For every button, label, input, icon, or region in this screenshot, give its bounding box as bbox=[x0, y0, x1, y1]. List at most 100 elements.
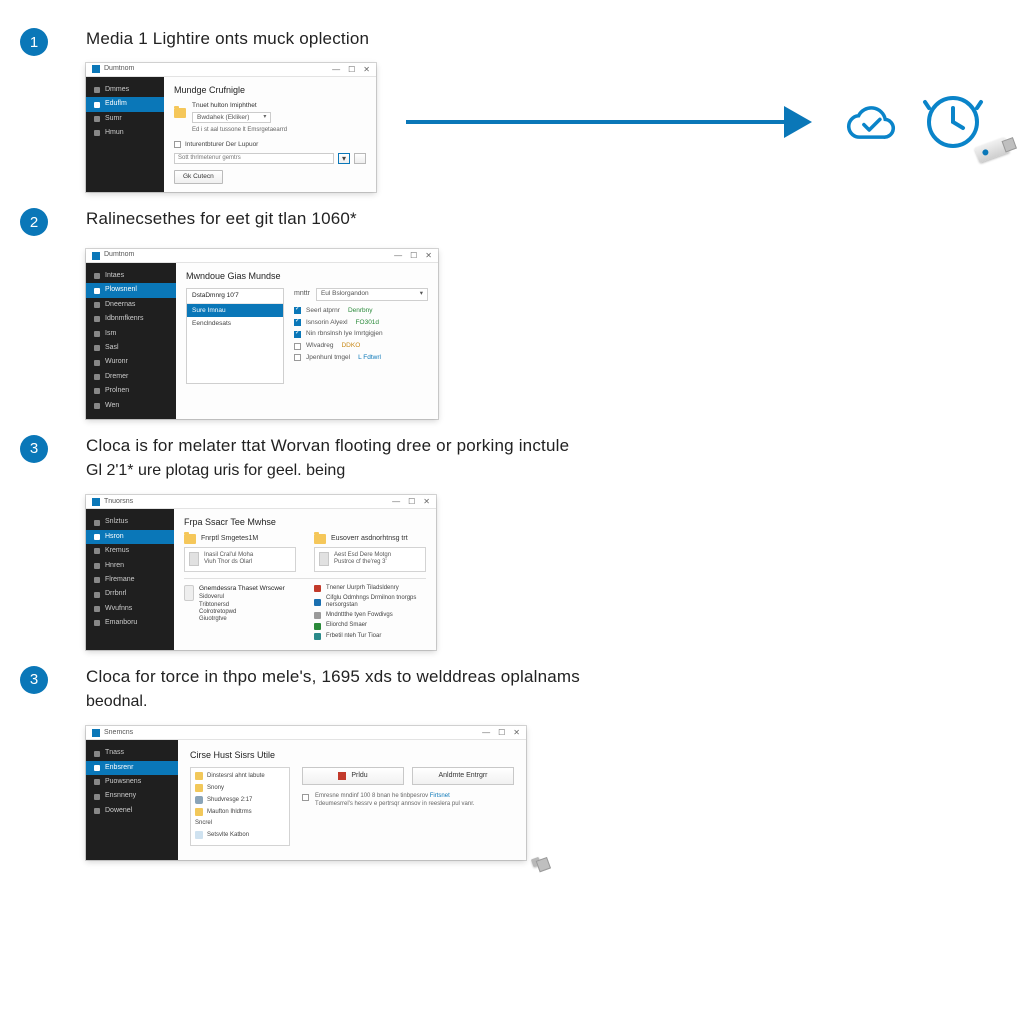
sidebar-item[interactable]: Drrbnrl bbox=[86, 587, 174, 601]
sidebar-item[interactable]: Kremus bbox=[86, 544, 174, 558]
sidebar-item[interactable]: Flremane bbox=[86, 573, 174, 587]
path-dropdown[interactable]: Bwdahek (Ekliker) bbox=[192, 112, 271, 124]
sidebar-item[interactable]: Enbsrenr bbox=[86, 761, 178, 775]
panel-heading: Mwndoue Gias Mundse bbox=[186, 271, 428, 282]
minimize-button[interactable]: — bbox=[482, 728, 490, 738]
checkbox[interactable] bbox=[174, 141, 181, 148]
app-icon bbox=[92, 65, 100, 73]
list-item[interactable]: Tnener Uurprh Tiladsldenry bbox=[314, 585, 426, 592]
listbox-header: DstaDmnrg 10'7 bbox=[187, 289, 283, 304]
close-button[interactable]: ✕ bbox=[425, 251, 432, 261]
folder-icon bbox=[195, 808, 203, 816]
sidebar-item[interactable]: Snlztus bbox=[86, 515, 174, 529]
sidebar-item[interactable]: Emanboru bbox=[86, 616, 174, 630]
step-3: 3 Cloca is for melater ttat Worvan floot… bbox=[20, 435, 1004, 650]
sidebar-item[interactable]: Wvufnns bbox=[86, 602, 174, 616]
listbox[interactable]: DstaDmnrg 10'7 Sure Imnau Eenclndesats bbox=[186, 288, 284, 384]
sidebar-item[interactable]: Idbnmfkenrs bbox=[86, 312, 176, 326]
card-box[interactable]: Aest Esd Dere MotgnPustrce cf the'reg 3' bbox=[314, 547, 426, 571]
minimize-button[interactable]: — bbox=[392, 497, 400, 507]
list-item[interactable]: Mndnttthe tyen Fowdivgs bbox=[314, 612, 426, 619]
sidebar-item[interactable]: Ensnneny bbox=[86, 789, 178, 803]
list-item[interactable]: Eliorchd Smaer bbox=[314, 622, 426, 629]
maximize-button[interactable]: ☐ bbox=[410, 251, 417, 261]
list-item[interactable]: Cifglu Odmhngs Drmilnon tnorgps nersorgs… bbox=[314, 595, 426, 609]
filter-dropdown[interactable]: Eul Bslorgandon▾ bbox=[316, 288, 428, 301]
checkbox[interactable] bbox=[302, 794, 309, 801]
sidebar-item[interactable]: Dremer bbox=[86, 370, 176, 384]
close-button[interactable]: ✕ bbox=[423, 497, 430, 507]
listbox-item[interactable]: Eenclndesats bbox=[187, 317, 283, 331]
app-icon bbox=[92, 498, 100, 506]
arrow-icon bbox=[376, 62, 812, 182]
sidebar-item[interactable]: Dmmes bbox=[86, 83, 164, 97]
maximize-button[interactable]: ☐ bbox=[408, 497, 415, 507]
sidebar-item[interactable]: Dowenel bbox=[86, 804, 178, 818]
sidebar-item[interactable]: Sasl bbox=[86, 341, 176, 355]
tree-node[interactable]: Shudvresge 2:17 bbox=[195, 796, 285, 804]
listbox-item[interactable]: Sure Imnau bbox=[187, 304, 283, 318]
action-button-2[interactable]: Anldmte Entrgrr bbox=[412, 767, 514, 785]
alert-icon bbox=[338, 772, 346, 780]
action-button-1[interactable]: Prldu bbox=[302, 767, 404, 785]
list-item[interactable]: Tribtonersd bbox=[199, 602, 285, 609]
sidebar-item[interactable]: Intaes bbox=[86, 269, 176, 283]
sidebar-item[interactable]: Ism bbox=[86, 327, 176, 341]
checkbox[interactable] bbox=[294, 343, 301, 350]
tree-view[interactable]: Dinstesrsl ahnt labute Snony Shudvresge … bbox=[190, 767, 290, 846]
sidebar-item[interactable]: Hsron bbox=[86, 530, 174, 544]
close-button[interactable]: ✕ bbox=[513, 728, 520, 738]
tree-node[interactable]: Snony bbox=[195, 784, 285, 792]
sidebar: Tnass Enbsrenr Puowsnens Ensnneny Dowene… bbox=[86, 740, 178, 860]
checkbox[interactable] bbox=[294, 307, 301, 314]
sidebar: Dmmes Eduflm Sumr Hmun bbox=[86, 77, 164, 192]
filter-label: mnttr bbox=[294, 290, 310, 298]
text-field[interactable]: Sott thrlmetenur gemtrs bbox=[174, 153, 334, 164]
card-box[interactable]: Inasil Cral'ul MohaViuh Thor ds Olarl bbox=[184, 547, 296, 571]
sidebar-item[interactable]: Prolnen bbox=[86, 384, 176, 398]
sidebar-item[interactable]: Dneernas bbox=[86, 298, 176, 312]
list-item[interactable]: Colrotretopwd bbox=[199, 609, 285, 616]
drive-icon bbox=[195, 796, 203, 804]
sidebar-item[interactable]: Sumr bbox=[86, 112, 164, 126]
step-subtitle-4: beodnal. bbox=[86, 691, 1004, 713]
sidebar: Snlztus Hsron Kremus Hnren Flremane Drrb… bbox=[86, 509, 174, 649]
step-title-3: Cloca is for melater ttat Worvan flootin… bbox=[86, 435, 1004, 458]
checkbox[interactable] bbox=[294, 331, 301, 338]
panel-heading: Cirse Hust Sisrs Utile bbox=[190, 750, 514, 761]
sidebar-item[interactable]: Plowsnenl bbox=[86, 283, 176, 297]
sidebar-item[interactable]: Wuronr bbox=[86, 355, 176, 369]
checkbox[interactable] bbox=[294, 354, 301, 361]
step-badge-2: 2 bbox=[20, 208, 48, 236]
tree-node[interactable]: Setsvlte Katbon bbox=[195, 831, 285, 839]
list-item[interactable]: Giuotrgtve bbox=[199, 616, 285, 623]
tree-node[interactable]: Dinstesrsl ahnt labute bbox=[195, 772, 285, 780]
tree-node[interactable]: Sncrel bbox=[195, 820, 285, 827]
document-icon bbox=[195, 831, 203, 839]
list-item[interactable]: Frbetil nteh Tur Tioar bbox=[314, 633, 426, 640]
close-button[interactable]: ✕ bbox=[363, 65, 370, 75]
small-button[interactable]: ▾ bbox=[338, 153, 350, 164]
status-dot-icon bbox=[314, 633, 321, 640]
sidebar-item[interactable]: Puowsnens bbox=[86, 775, 178, 789]
window-title: Dumtnom bbox=[104, 251, 134, 259]
titlebar: Snemcns — ☐ ✕ bbox=[86, 726, 526, 740]
minimize-button[interactable]: — bbox=[332, 65, 340, 75]
primary-button[interactable]: Gk Cutecn bbox=[174, 170, 223, 184]
step-title-4: Cloca for torce in thpo mele's, 1695 xds… bbox=[86, 666, 1004, 689]
sidebar-item[interactable]: Eduflm bbox=[86, 97, 164, 111]
sidebar-item[interactable]: Hnren bbox=[86, 559, 174, 573]
sidebar-item[interactable]: Hmun bbox=[86, 126, 164, 140]
divider bbox=[184, 578, 426, 579]
minimize-button[interactable]: — bbox=[394, 251, 402, 261]
tree-node[interactable]: Maufton Ihldtrms bbox=[195, 808, 285, 816]
card-heading: Fnrptl Smgetes1M bbox=[184, 534, 296, 544]
checkbox[interactable] bbox=[294, 319, 301, 326]
small-button[interactable] bbox=[354, 153, 366, 164]
sidebar-item[interactable]: Wen bbox=[86, 399, 176, 413]
maximize-button[interactable]: ☐ bbox=[348, 65, 355, 75]
list-item[interactable]: Sidoverul bbox=[199, 594, 285, 601]
maximize-button[interactable]: ☐ bbox=[498, 728, 505, 738]
note-link[interactable]: Firtsnet bbox=[430, 793, 450, 799]
sidebar-item[interactable]: Tnass bbox=[86, 746, 178, 760]
